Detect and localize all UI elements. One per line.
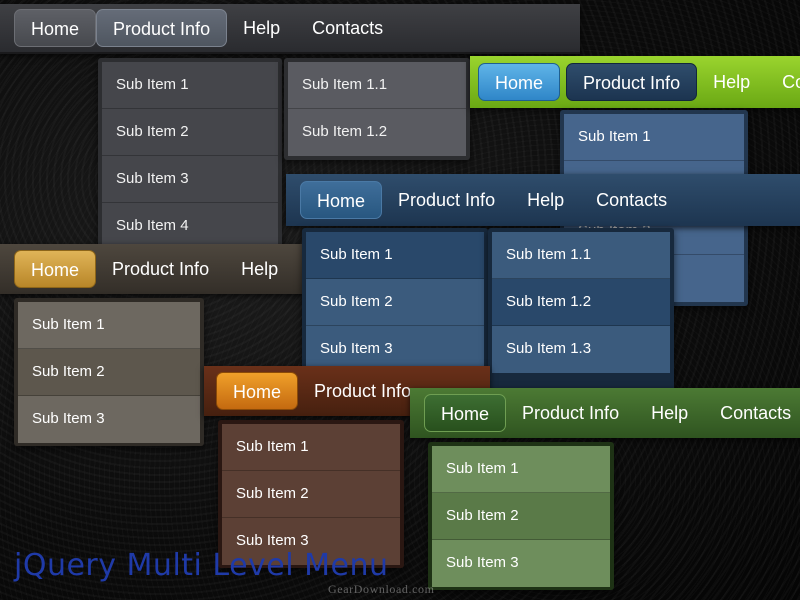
menu-item-contacts[interactable]: Contacts xyxy=(296,9,399,47)
submenu-item[interactable]: Sub Item 2 xyxy=(18,349,200,396)
submenu-item[interactable]: Sub Item 4 xyxy=(102,203,278,250)
submenu-item[interactable]: Sub Item 2 xyxy=(432,493,610,540)
menu-item-home[interactable]: Home xyxy=(300,181,383,219)
submenu-item[interactable]: Sub Item 2 xyxy=(222,471,400,518)
submenu-item[interactable]: Sub Item 1 xyxy=(564,114,744,161)
submenu-level2-dark-gray: Sub Item 1.1 Sub Item 1.2 xyxy=(284,58,470,160)
submenu-item[interactable]: Sub Item 1 xyxy=(222,424,400,471)
submenu-item[interactable]: Sub Item 1 xyxy=(432,446,610,493)
submenu-blue: Sub Item 1 Sub Item 2 Sub Item 3 xyxy=(302,228,488,376)
menu-item-product-info[interactable]: Product Info xyxy=(96,9,228,47)
menu-bar-blue: Home Product Info Help Contacts xyxy=(286,174,800,226)
watermark: GearDownload.com xyxy=(328,582,435,596)
submenu-item[interactable]: Sub Item 1.2 xyxy=(288,109,466,156)
submenu-item[interactable]: Sub Item 1.1 xyxy=(288,62,466,109)
submenu-item[interactable]: Sub Item 1.1 xyxy=(492,232,670,279)
menu-item-contacts[interactable]: Contacts xyxy=(704,394,800,432)
submenu-item[interactable]: Sub Item 2 xyxy=(102,109,278,156)
menu-item-contacts[interactable]: Contacts xyxy=(580,181,683,219)
submenu-red-orange: Sub Item 1 Sub Item 2 Sub Item 3 xyxy=(218,420,404,568)
menu-item-product-info[interactable]: Product Info xyxy=(382,181,511,219)
menu-item-home[interactable]: Home xyxy=(424,394,507,432)
submenu-item[interactable]: Sub Item 2 xyxy=(306,279,484,326)
submenu-item[interactable]: Sub Item 1.3 xyxy=(492,326,670,373)
submenu-green: Sub Item 1 Sub Item 2 Sub Item 3 xyxy=(428,442,614,590)
submenu-item[interactable]: Sub Item 3 xyxy=(432,540,610,587)
menu-item-help[interactable]: Help xyxy=(697,63,766,101)
menu-item-home[interactable]: Home xyxy=(478,63,561,101)
menu-item-product-info[interactable]: Product Info xyxy=(298,372,427,410)
menu-item-product-info[interactable]: Product Info xyxy=(566,63,698,101)
menu-item-home[interactable]: Home xyxy=(216,372,299,410)
submenu-item[interactable]: Sub Item 3 xyxy=(18,396,200,443)
submenu-level2-blue: Sub Item 1.1 Sub Item 1.2 Sub Item 1.3 xyxy=(488,228,674,392)
submenu-item[interactable]: Sub Item 1.2 xyxy=(492,279,670,326)
submenu-item[interactable]: Sub Item 1 xyxy=(18,302,200,349)
menu-item-help[interactable]: Help xyxy=(225,250,294,288)
menu-bar-green: Home Product Info Help Contacts xyxy=(410,388,800,438)
submenu-dark-gray: Sub Item 1 Sub Item 2 Sub Item 3 Sub Ite… xyxy=(98,58,282,250)
menu-item-home[interactable]: Home xyxy=(14,250,97,288)
submenu-brown-gold: Sub Item 1 Sub Item 2 Sub Item 3 xyxy=(14,298,204,446)
menu-bar-green-blue: Home Product Info Help Co xyxy=(470,56,800,108)
submenu-item[interactable]: Sub Item 1 xyxy=(102,62,278,109)
menu-item-contacts[interactable]: Co xyxy=(766,63,800,101)
menu-item-home[interactable]: Home xyxy=(14,9,97,47)
menu-item-help[interactable]: Help xyxy=(227,9,296,47)
product-title: jQuery Multi Level Menu xyxy=(14,548,389,583)
menu-item-help[interactable]: Help xyxy=(635,394,704,432)
submenu-item[interactable]: Sub Item 3 xyxy=(102,156,278,203)
submenu-item[interactable]: Sub Item 1 xyxy=(306,232,484,279)
menu-bar-brown-gold: Home Product Info Help xyxy=(0,244,305,294)
menu-bar-dark-gray: Home Product Info Help Contacts xyxy=(0,4,580,54)
menu-item-help[interactable]: Help xyxy=(511,181,580,219)
menu-item-product-info[interactable]: Product Info xyxy=(506,394,635,432)
menu-item-product-info[interactable]: Product Info xyxy=(96,250,225,288)
